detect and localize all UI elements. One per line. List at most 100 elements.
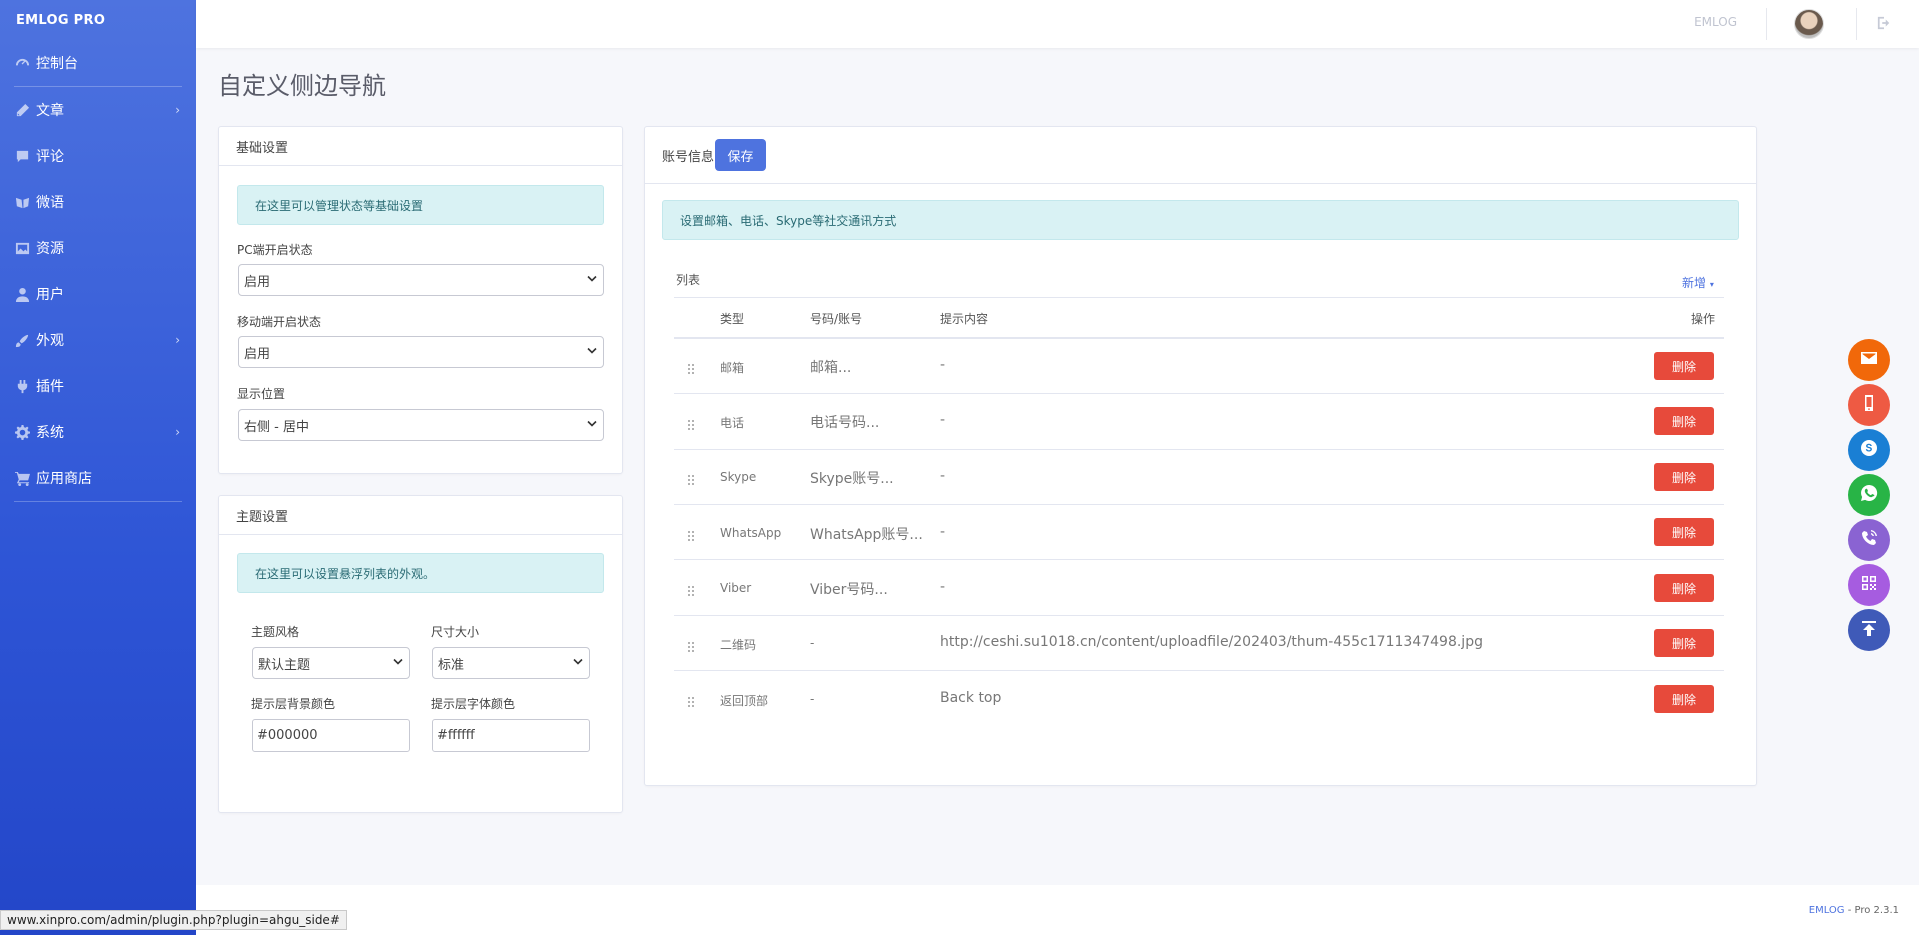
tooltip-bg-input[interactable]: #000000 — [252, 719, 410, 752]
nav-label: 评论 — [36, 149, 64, 165]
footer: EMLOG - Pro 2.3.1 — [196, 885, 1919, 935]
col-header-tip: 提示内容 — [940, 312, 989, 326]
row-number[interactable]: 邮箱... — [810, 357, 851, 377]
row-tip[interactable]: - — [940, 412, 945, 428]
delete-button[interactable]: 删除 — [1654, 463, 1714, 491]
nav-item-articles[interactable]: 文章 › — [0, 87, 196, 133]
account-info-card: 账号信息 保存 设置邮箱、电话、Skype等社交通讯方式 — [644, 126, 1757, 786]
row-number[interactable]: 电话号码... — [810, 412, 879, 432]
nav-item-app-store[interactable]: 应用商店 — [0, 455, 196, 501]
row-number[interactable]: Skype账号... — [810, 468, 894, 488]
nav-item-system[interactable]: 系统 › — [0, 409, 196, 455]
avatar[interactable] — [1794, 9, 1824, 39]
row-type: 二维码 — [720, 638, 757, 652]
delete-button[interactable]: 删除 — [1654, 574, 1714, 602]
card-header: 主题设置 — [219, 496, 622, 535]
topbar-brand[interactable]: EMLOG — [1694, 15, 1737, 29]
tooltip-font-input[interactable]: #ffffff — [432, 719, 590, 752]
drag-handle-icon[interactable] — [687, 638, 695, 652]
delete-button[interactable]: 删除 — [1654, 685, 1714, 713]
caret-down-icon: ▾ — [1709, 280, 1714, 289]
card-title: 基础设置 — [236, 140, 289, 156]
float-whatsapp[interactable] — [1848, 474, 1890, 516]
drag-handle-icon[interactable] — [687, 416, 695, 430]
delete-button[interactable]: 删除 — [1654, 352, 1714, 380]
row-tip[interactable]: Back top — [940, 690, 1001, 706]
paint-icon — [14, 332, 30, 348]
row-number[interactable]: Viber号码... — [810, 579, 888, 599]
drag-handle-icon[interactable] — [687, 582, 695, 596]
float-email[interactable] — [1848, 339, 1890, 381]
nav-item-comments[interactable]: 评论 — [0, 133, 196, 179]
cart-icon — [14, 470, 30, 486]
size-select[interactable]: 标准 — [432, 647, 590, 679]
save-button[interactable]: 保存 — [715, 139, 767, 171]
delete-button[interactable]: 删除 — [1654, 629, 1714, 657]
delete-button[interactable]: 删除 — [1654, 407, 1714, 435]
row-number[interactable]: - — [810, 636, 814, 650]
select-value: 右侧 - 居中 — [244, 419, 309, 435]
drag-handle-icon[interactable] — [687, 527, 695, 541]
theme-style-select[interactable]: 默认主题 — [252, 647, 410, 679]
size-label: 尺寸大小 — [431, 625, 480, 639]
chevron-down-icon — [393, 656, 403, 671]
user-icon — [14, 286, 30, 302]
row-type: 返回顶部 — [720, 694, 769, 708]
row-type: Skype — [720, 470, 757, 484]
nav-item-microposts[interactable]: 微语 — [0, 179, 196, 225]
pencil-icon — [14, 102, 30, 118]
nav-item-users[interactable]: 用户 — [0, 271, 196, 317]
nav-label: 外观 — [36, 333, 64, 349]
topbar: EMLOG — [196, 0, 1919, 48]
nav-item-appearance[interactable]: 外观 › — [0, 317, 196, 363]
nav-item-dashboard[interactable]: 控制台 — [0, 40, 196, 86]
position-select[interactable]: 右侧 - 居中 — [238, 409, 604, 441]
select-value: 启用 — [244, 274, 271, 290]
brand-logo[interactable]: EMLOG PRO — [0, 0, 196, 40]
divider — [674, 337, 1724, 339]
drag-handle-icon[interactable] — [687, 471, 695, 485]
skype-icon — [1859, 438, 1879, 462]
input-value: #ffffff — [437, 728, 475, 743]
float-viber[interactable] — [1848, 519, 1890, 561]
nav-label: 微语 — [36, 195, 64, 211]
logout-icon[interactable] — [1875, 14, 1893, 32]
col-header-type: 类型 — [720, 312, 745, 326]
row-tip[interactable]: - — [940, 524, 945, 540]
row-tip[interactable]: - — [940, 357, 945, 373]
col-header-number: 号码/账号 — [810, 312, 863, 326]
tooltip-bg-label: 提示层背景颜色 — [251, 697, 336, 711]
divider — [674, 449, 1724, 450]
chevron-down-icon — [573, 656, 583, 671]
row-number[interactable]: - — [810, 692, 814, 706]
pc-status-select[interactable]: 启用 — [238, 264, 604, 296]
info-alert: 在这里可以管理状态等基础设置 — [237, 185, 604, 225]
gear-icon — [14, 424, 30, 440]
col-header-action: 操作 — [1691, 312, 1716, 326]
nav-label: 应用商店 — [36, 471, 92, 487]
row-number[interactable]: WhatsApp账号... — [810, 524, 923, 544]
add-new-label: 新增 — [1682, 276, 1707, 290]
delete-button[interactable]: 删除 — [1654, 518, 1714, 546]
footer-brand-link[interactable]: EMLOG — [1809, 905, 1845, 916]
float-phone[interactable] — [1848, 384, 1890, 426]
row-tip[interactable]: - — [940, 468, 945, 484]
divider — [674, 504, 1724, 505]
nav-item-plugins[interactable]: 插件 — [0, 363, 196, 409]
nav-item-resources[interactable]: 资源 — [0, 225, 196, 271]
row-tip[interactable]: http://ceshi.su1018.cn/content/uploadfil… — [940, 634, 1483, 650]
drag-handle-icon[interactable] — [687, 693, 695, 707]
card-title: 账号信息 — [662, 149, 715, 165]
select-value: 标准 — [438, 657, 465, 673]
float-qrcode[interactable] — [1848, 564, 1890, 606]
dashboard-icon — [14, 55, 30, 71]
float-back-top[interactable] — [1848, 609, 1890, 651]
add-new-dropdown[interactable]: 新增 ▾ — [1682, 274, 1714, 291]
mobile-status-select[interactable]: 启用 — [238, 336, 604, 368]
row-tip[interactable]: - — [940, 579, 945, 595]
drag-handle-icon[interactable] — [687, 360, 695, 374]
float-skype[interactable] — [1848, 429, 1890, 471]
divider — [674, 297, 1724, 298]
row-type: Viber — [720, 581, 752, 595]
row-type: 电话 — [720, 416, 745, 430]
